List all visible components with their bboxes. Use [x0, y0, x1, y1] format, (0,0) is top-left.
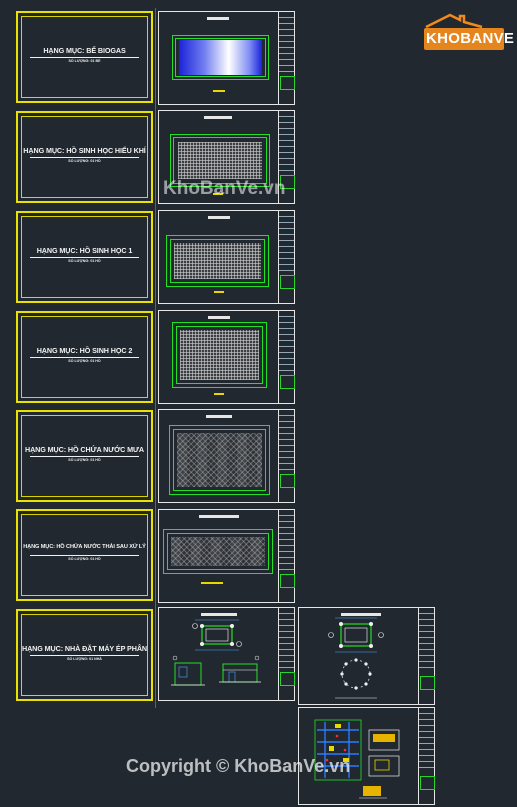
cover-title: HẠNG MỤC: HỒ SINH HỌC HIẾU KHÍ [23, 146, 146, 155]
cover-title: HẠNG MỤC: HỒ SINH HỌC 2 [36, 346, 133, 355]
cover-sheet-biogas: HẠNG MỤC: BỂ BIOGAS SỐ LƯỢNG: 01 BỂ [16, 11, 153, 103]
cover-quantity: SỐ LƯỢNG: 01 HỒ [68, 359, 101, 363]
bio-pond-1-plan [166, 235, 269, 287]
cover-sheet-rainwater-pond: HẠNG MỤC: HỒ CHỨA NƯỚC MƯA SỐ LƯỢNG: 01 … [16, 410, 153, 502]
cover-sheet-treated-water-pond: HẠNG MỤC: HỒ CHỨA NƯỚC THẢI SAU XỬ LÝ SỐ… [16, 509, 153, 601]
khobanve-logo: KHOBANVE [420, 13, 515, 53]
drawing-sheet-bio-pond-2 [158, 310, 295, 404]
press-house-detail-drawings [171, 619, 261, 686]
cover-quantity: SỐ LƯỢNG: 01 NHÀ [67, 657, 102, 661]
cover-title: HẠNG MỤC: NHÀ ĐẶT MÁY ÉP PHÂN [21, 644, 147, 653]
drawing-sheet-bio-pond-1 [158, 210, 295, 304]
frame-divider [155, 8, 156, 708]
cover-sheet-aerobic-pond: HẠNG MỤC: HỒ SINH HỌC HIẾU KHÍ SỐ LƯỢNG:… [16, 111, 153, 203]
cover-quantity: SỐ LƯỢNG: 01 HỒ [68, 159, 101, 163]
cover-title: HẠNG MỤC: HỒ SINH HỌC 1 [36, 246, 133, 255]
cover-quantity: SỐ LƯỢNG: 01 BỂ [68, 59, 101, 63]
bio-pond-2-plan [172, 322, 267, 388]
cover-title: HẠNG MỤC: BỂ BIOGAS [43, 46, 126, 55]
drawing-sheet-rainwater-pond [158, 409, 295, 503]
footer-copyright-watermark: Copyright © KhoBanVe.vn [126, 756, 351, 776]
cover-title: HẠNG MỤC: HỒ CHỨA NƯỚC MƯA [25, 445, 144, 454]
drawing-sheet-manure-press-house [158, 607, 295, 701]
center-watermark: KhoBanVe.vn [163, 178, 286, 199]
cover-quantity: SỐ LƯỢNG: 01 HỒ [68, 259, 101, 263]
cover-quantity: SỐ LƯỢNG: 01 HỒ [68, 458, 101, 462]
logo-text: KHOBANVE [426, 30, 515, 47]
biogas-tank-plan [172, 35, 269, 80]
drawing-sheet-press-foundation [298, 607, 435, 705]
cover-sheet-bio-pond-2: HẠNG MỤC: HỒ SINH HỌC 2 SỐ LƯỢNG: 01 HỒ [16, 311, 153, 403]
drawing-sheet-biogas [158, 11, 295, 105]
rainwater-pond-plan [169, 425, 270, 495]
treated-water-pond-plan [163, 529, 273, 574]
cover-sheet-bio-pond-1: HẠNG MỤC: HỒ SINH HỌC 1 SỐ LƯỢNG: 01 HỒ [16, 211, 153, 303]
foundation-plan-drawing [328, 617, 384, 699]
cover-sheet-manure-press-house: HẠNG MỤC: NHÀ ĐẶT MÁY ÉP PHÂN SỐ LƯỢNG: … [16, 609, 153, 701]
drawing-sheet-treated-water-pond [158, 509, 295, 603]
cover-title: HẠNG MỤC: HỒ CHỨA NƯỚC THẢI SAU XỬ LÝ [23, 544, 146, 550]
cover-quantity: SỐ LƯỢNG: 01 HỒ [68, 557, 101, 561]
